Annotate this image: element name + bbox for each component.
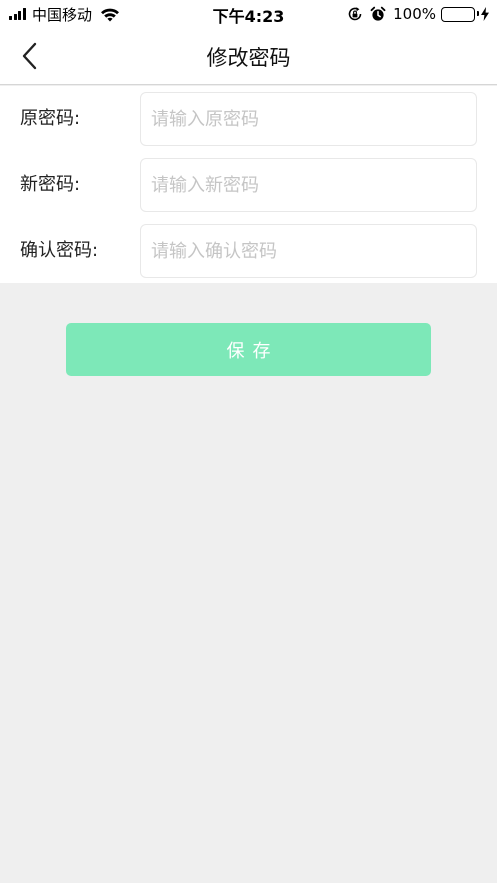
old-password-label: 原密码:: [20, 108, 81, 129]
charging-icon: [481, 7, 489, 21]
confirm-password-row: 确认密码:: [0, 224, 497, 278]
password-form: 原密码: 新密码: 确认密码:: [0, 86, 497, 283]
page-title: 修改密码: [206, 46, 291, 70]
old-password-row: 原密码:: [0, 92, 497, 146]
status-right: 100%: [347, 4, 489, 24]
rotation-lock-icon: [347, 6, 363, 22]
battery-icon: [441, 6, 479, 22]
confirm-password-label: 确认密码:: [20, 240, 99, 261]
old-password-input[interactable]: [140, 92, 477, 146]
alarm-icon: [370, 6, 386, 22]
nav-bar: 修改密码: [0, 28, 497, 85]
status-bar: 中国移动 下午4:23 100%: [0, 0, 497, 28]
battery-percent: 100%: [393, 5, 436, 23]
new-password-row: 新密码:: [0, 158, 497, 212]
save-button[interactable]: 保存: [66, 323, 431, 376]
new-password-input[interactable]: [140, 158, 477, 212]
confirm-password-input[interactable]: [140, 224, 477, 278]
new-password-label: 新密码:: [20, 174, 81, 195]
